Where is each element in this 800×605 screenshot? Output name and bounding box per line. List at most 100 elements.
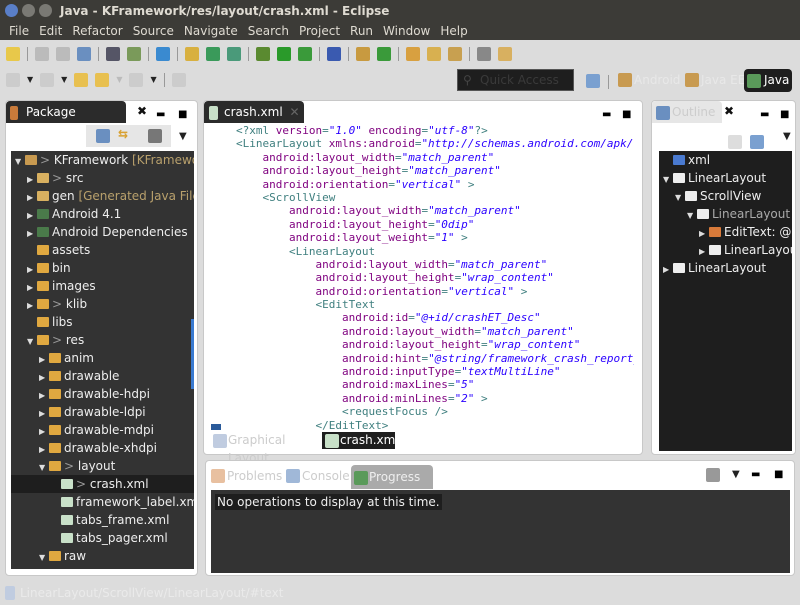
code-editor[interactable]: <?xml version="1.0" encoding="utf-8"?> <L… — [206, 124, 634, 432]
maximize-icon[interactable]: ■ — [178, 109, 187, 120]
tree-item[interactable]: ▶gen [Generated Java Files] — [11, 187, 194, 205]
collapse-all-icon[interactable] — [96, 129, 110, 143]
tree-item[interactable]: > crash.xml — [11, 475, 194, 493]
tree-item[interactable]: framework_label.xml — [11, 493, 194, 511]
forward-icon[interactable] — [129, 72, 144, 87]
minimize-icon[interactable]: ▬ — [602, 109, 611, 120]
quick-access-input[interactable]: ⚲ Quick Access — [457, 69, 574, 91]
tree-item[interactable]: tabs_frame.xml — [11, 511, 194, 529]
javaee-perspective-icon[interactable] — [685, 73, 699, 87]
run-icon[interactable] — [277, 46, 291, 61]
previous-annotation-icon[interactable] — [40, 72, 55, 87]
tree-item[interactable]: libs — [11, 313, 194, 331]
maximize-window-button[interactable] — [39, 4, 52, 17]
close-icon[interactable]: ✕ — [290, 105, 300, 119]
tree-item[interactable]: ▼ LinearLayout — [659, 205, 792, 223]
collapsed-arrow-icon[interactable]: ▶ — [663, 261, 673, 279]
new-android-xml-icon[interactable] — [227, 46, 241, 61]
lint-check-icon[interactable] — [156, 46, 170, 61]
run-external-icon[interactable] — [298, 46, 312, 61]
minimize-window-button[interactable] — [22, 4, 35, 17]
tab-package-explorer[interactable]: Package Explorer — [6, 101, 126, 141]
remove-all-finished-icon[interactable] — [706, 468, 720, 482]
perspective-javaee[interactable]: Java EE — [701, 73, 745, 87]
tree-item[interactable]: ▶ Android Dependencies — [11, 223, 194, 241]
dropdown-icon[interactable]: ▼ — [61, 75, 67, 84]
menu-edit[interactable]: Edit — [34, 22, 67, 40]
open-type-icon[interactable] — [406, 46, 420, 61]
tab-console[interactable]: Console — [284, 466, 354, 486]
avd-manager-icon[interactable] — [127, 46, 141, 61]
tree-scrollbar[interactable] — [191, 319, 194, 389]
save-all-icon[interactable] — [56, 46, 70, 61]
tree-item[interactable]: ▶ > src — [11, 169, 194, 187]
tree-item[interactable]: ▼ > layout — [11, 457, 194, 475]
tab-outline[interactable]: Outline — [652, 101, 722, 123]
tree-item[interactable]: ▼ ScrollView — [659, 187, 792, 205]
new-icon[interactable] — [6, 46, 20, 61]
show-attributes-icon[interactable] — [728, 135, 742, 149]
perspective-android[interactable]: Android — [634, 73, 680, 87]
close-icon[interactable]: ✖ — [137, 104, 147, 118]
tab-graphical-layout[interactable]: Graphical Layout — [210, 431, 320, 465]
dropdown-icon[interactable]: ▼ — [27, 75, 33, 84]
new-junit-icon[interactable] — [206, 46, 220, 61]
tree-item[interactable]: ▶ drawable-xhdpi — [11, 439, 194, 457]
search-icon[interactable] — [448, 46, 462, 61]
tree-item[interactable]: ▼ > res — [11, 331, 194, 349]
menu-window[interactable]: Window — [378, 22, 435, 40]
tree-item[interactable]: assets — [11, 241, 194, 259]
skip-breakpoints-icon[interactable] — [327, 46, 341, 61]
perspective-java[interactable]: Java — [744, 69, 792, 92]
tree-item[interactable]: ▼ raw — [11, 547, 194, 565]
tab-xml-source[interactable]: crash.xml — [322, 431, 399, 449]
menu-run[interactable]: Run — [345, 22, 378, 40]
menu-search[interactable]: Search — [243, 22, 294, 40]
view-menu-icon[interactable]: ▼ — [179, 131, 187, 142]
menu-project[interactable]: Project — [294, 22, 345, 40]
tree-item[interactable]: ▶EditText: @+id/ — [659, 223, 792, 241]
collapse-all-icon[interactable] — [750, 135, 764, 149]
pin-editor-icon[interactable] — [171, 72, 186, 87]
new-package-icon[interactable] — [356, 46, 370, 61]
dropdown-icon[interactable]: ▼ — [116, 75, 122, 84]
back-icon[interactable] — [95, 72, 110, 87]
dropdown-icon[interactable]: ▼ — [150, 75, 156, 84]
view-menu-icon[interactable]: ▼ — [783, 131, 791, 142]
tree-item[interactable]: ▶ > klib — [11, 295, 194, 313]
tree-item[interactable]: ▼ LinearLayout — [659, 169, 792, 187]
menu-help[interactable]: Help — [435, 22, 472, 40]
menu-refactor[interactable]: Refactor — [67, 22, 127, 40]
link-with-editor-icon[interactable]: ⇆ — [118, 127, 128, 141]
tree-item[interactable]: ▼> KFramework [KFramework m — [11, 151, 194, 169]
tree-item[interactable]: ▶LinearLayout — [659, 241, 792, 259]
view-menu-icon[interactable]: ▼ — [732, 469, 740, 480]
tree-item[interactable]: ▶ images — [11, 277, 194, 295]
tree-item[interactable]: ▶ drawable — [11, 367, 194, 385]
tree-item[interactable]: ▶LinearLayout — [659, 259, 792, 277]
tab-crash-xml[interactable]: crash.xml ✕ — [204, 101, 304, 123]
minimize-icon[interactable]: ▬ — [760, 109, 769, 120]
tree-item[interactable]: ▶ drawable-hdpi — [11, 385, 194, 403]
open-perspective-icon[interactable] — [586, 74, 600, 88]
android-perspective-icon[interactable] — [618, 73, 632, 87]
maximize-icon[interactable]: ■ — [774, 469, 783, 480]
maximize-icon[interactable]: ■ — [780, 109, 789, 120]
tree-item[interactable]: ▶ anim — [11, 349, 194, 367]
annotation-icon[interactable] — [498, 46, 512, 61]
tab-progress[interactable]: Progress ✖ — [351, 465, 433, 508]
next-annotation-icon[interactable] — [6, 72, 20, 87]
minimize-icon[interactable]: ▬ — [751, 469, 760, 480]
minimize-icon[interactable]: ▬ — [156, 109, 165, 120]
close-window-button[interactable] — [5, 4, 18, 17]
menu-source[interactable]: Source — [128, 22, 179, 40]
open-resource-icon[interactable] — [427, 46, 441, 61]
toggle-mark-icon[interactable] — [477, 46, 491, 61]
close-icon[interactable]: ✖ — [724, 104, 734, 118]
new-android-project-icon[interactable] — [185, 46, 199, 61]
menu-file[interactable]: File — [4, 22, 34, 40]
new-class-icon[interactable] — [377, 46, 391, 61]
save-icon[interactable] — [35, 46, 49, 61]
print-icon[interactable] — [77, 46, 91, 61]
tree-item[interactable]: ▶ Android 4.1 — [11, 205, 194, 223]
